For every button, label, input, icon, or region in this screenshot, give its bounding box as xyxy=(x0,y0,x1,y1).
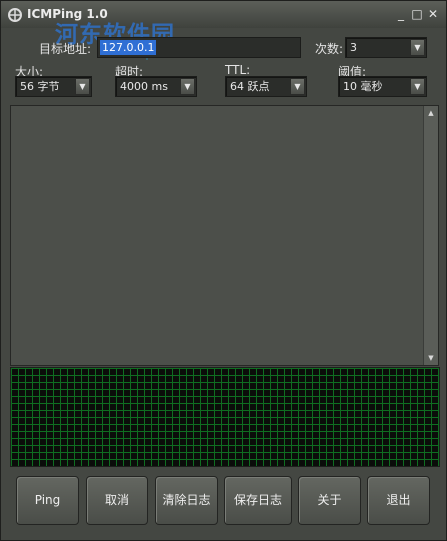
exit-button[interactable]: 退出 xyxy=(367,476,430,525)
ttl-select[interactable]: 64 跃点 ▼ xyxy=(225,76,307,97)
chevron-down-icon[interactable]: ▼ xyxy=(410,39,425,56)
app-icon xyxy=(8,8,22,22)
close-icon[interactable]: ✕ xyxy=(427,8,439,20)
chevron-down-icon[interactable]: ▼ xyxy=(180,78,195,95)
threshold-value: 10 毫秒 xyxy=(343,80,383,93)
size-select[interactable]: 56 字节 ▼ xyxy=(15,76,92,97)
ttl-value: 64 跃点 xyxy=(230,80,270,93)
save-log-button[interactable]: 保存日志 xyxy=(224,476,292,525)
scroll-down-icon[interactable]: ▼ xyxy=(424,351,438,365)
log-output-area[interactable]: ▲ ▼ xyxy=(10,105,439,366)
timeout-select[interactable]: 4000 ms ▼ xyxy=(115,76,197,97)
ping-graph xyxy=(10,367,440,467)
log-scrollbar[interactable]: ▲ ▼ xyxy=(423,106,438,365)
chevron-down-icon[interactable]: ▼ xyxy=(75,78,90,95)
cancel-button[interactable]: 取消 xyxy=(86,476,148,525)
target-label: 目标地址: xyxy=(39,42,92,56)
scroll-up-icon[interactable]: ▲ xyxy=(424,106,438,120)
about-button[interactable]: 关于 xyxy=(298,476,361,525)
threshold-select[interactable]: 10 毫秒 ▼ xyxy=(338,76,427,97)
count-select[interactable]: 3 ▼ xyxy=(345,37,427,58)
chevron-down-icon[interactable]: ▼ xyxy=(410,78,425,95)
maximize-icon[interactable]: □ xyxy=(411,8,423,20)
count-label: 次数: xyxy=(315,42,344,56)
app-window: ICMPing 1.0 _ □ ✕ 河东软件园 www.pc0359.cn 目标… xyxy=(0,0,447,541)
ping-button[interactable]: Ping xyxy=(16,476,79,525)
size-value: 56 字节 xyxy=(20,80,60,93)
timeout-value: 4000 ms xyxy=(120,80,168,93)
minimize-icon[interactable]: _ xyxy=(395,8,407,20)
clear-log-button[interactable]: 清除日志 xyxy=(155,476,218,525)
target-address-value: 127.0.0.1 xyxy=(100,40,157,55)
chevron-down-icon[interactable]: ▼ xyxy=(290,78,305,95)
count-value: 3 xyxy=(350,41,357,54)
target-address-input[interactable]: 127.0.0.1 xyxy=(97,37,301,58)
ttl-label: TTL: xyxy=(225,63,251,77)
